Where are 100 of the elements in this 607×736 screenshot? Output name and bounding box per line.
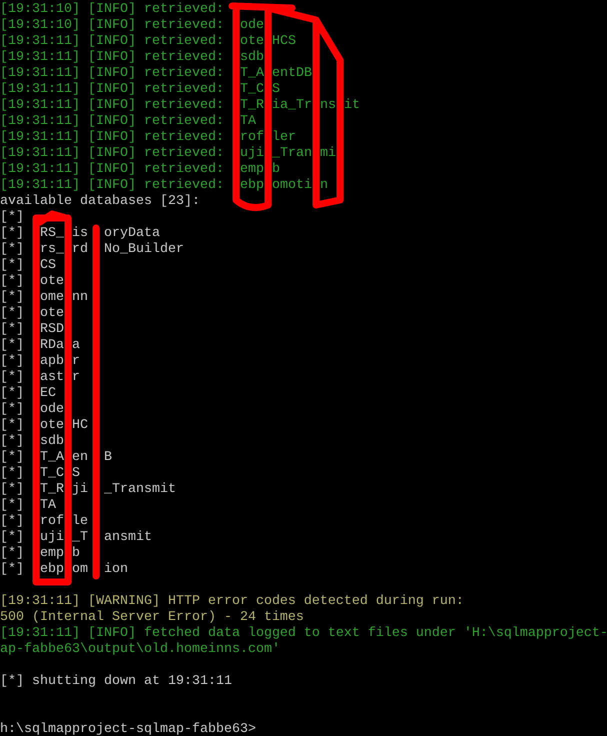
- console-text: RSD: [40, 322, 64, 338]
- console-text: emp: [40, 546, 64, 562]
- log-text: HCS: [272, 34, 296, 50]
- console-text: _Transmit: [104, 482, 176, 498]
- log-text: rof: [240, 130, 264, 146]
- log-text: [INFO]: [88, 114, 136, 130]
- info-log-line: [19:31:11] [INFO] fetched data logged to text files under 'H:\sqlmapproject-: [0, 626, 607, 642]
- console-text: ji: [72, 482, 88, 498]
- console-text: is: [72, 226, 88, 242]
- console-text: [*]: [0, 434, 24, 450]
- console-text: [*]: [0, 322, 24, 338]
- info-log-line: [19:31:10] [INFO] retrieved:: [0, 2, 224, 18]
- console-text: [*]: [0, 514, 24, 530]
- log-text: [19:31:10]: [0, 18, 80, 34]
- log-text: [INFO]: [88, 18, 136, 34]
- log-text: [INFO]: [88, 98, 136, 114]
- console-text: [*]: [0, 546, 24, 562]
- console-text: [*]: [0, 450, 24, 466]
- console-text: _T: [72, 530, 88, 546]
- log-text: retrieved:: [144, 114, 224, 130]
- log-text: mi: [320, 146, 336, 162]
- log-text: [19:31:11]: [0, 50, 80, 66]
- console-line: h:\sqlmapproject-sqlmap-fabbe63>: [0, 722, 256, 736]
- log-text: [INFO]: [88, 66, 136, 82]
- console-text: [*]: [0, 274, 24, 290]
- console-text: CS: [40, 258, 56, 274]
- log-text: retrieved:: [144, 162, 224, 178]
- console-text: ote: [40, 306, 64, 322]
- console-text: RS_: [40, 226, 64, 242]
- log-text: T_A: [240, 66, 264, 82]
- info-log-line: ap-fabbe63\output\old.homeinns.com': [0, 642, 280, 658]
- log-text: retrieved:: [144, 178, 224, 194]
- log-text: [19:31:11]: [0, 114, 80, 130]
- console-text: [*]: [0, 418, 24, 434]
- console-text: [*]: [0, 226, 24, 242]
- console-text: sdb: [40, 434, 64, 450]
- console-text: apb: [40, 354, 64, 370]
- log-text: [19:31:11]: [0, 98, 80, 114]
- log-text: ia_Tr: [272, 98, 312, 114]
- console-text: ebp: [40, 562, 64, 578]
- console-text: No_Builder: [104, 242, 184, 258]
- log-text: retrieved:: [144, 146, 224, 162]
- console-text: ode: [40, 402, 64, 418]
- console-text: en: [72, 450, 88, 466]
- log-text: _Tran: [272, 146, 312, 162]
- log-text: [19:31:11]: [0, 162, 80, 178]
- log-text: [INFO]: [88, 50, 136, 66]
- console-text: ome: [40, 290, 64, 306]
- log-text: ode: [240, 18, 264, 34]
- log-text: T_C: [240, 82, 264, 98]
- console-text: b: [72, 546, 80, 562]
- console-line: available databases [23]:: [0, 194, 200, 210]
- console-text: [*]: [0, 258, 24, 274]
- console-text: [*]: [0, 402, 24, 418]
- log-text: [19:31:11]: [0, 130, 80, 146]
- log-text: omoti: [272, 178, 312, 194]
- log-text: retrieved:: [144, 98, 224, 114]
- log-text: retrieved:: [144, 66, 224, 82]
- console-text: oryData: [104, 226, 160, 242]
- console-text: [*]: [0, 370, 24, 386]
- console-text: [*]: [0, 306, 24, 322]
- console-text: TA: [40, 498, 56, 514]
- console-text: T_R: [40, 482, 64, 498]
- log-text: T_R: [240, 98, 264, 114]
- log-text: retrieved:: [144, 34, 224, 50]
- log-text: [INFO]: [88, 130, 136, 146]
- log-text: it: [344, 98, 360, 114]
- console-text: a: [72, 338, 80, 354]
- console-text: S: [72, 466, 80, 482]
- console-text: EC: [40, 386, 56, 402]
- console-text: [*]: [0, 482, 24, 498]
- log-text: [INFO]: [88, 34, 136, 50]
- console-text: [*]: [0, 466, 24, 482]
- log-text: [INFO]: [88, 178, 136, 194]
- log-text: ebp: [240, 178, 264, 194]
- log-text: [19:31:11]: [0, 146, 80, 162]
- console-text: [*]: [0, 498, 24, 514]
- console-text: [*]: [0, 338, 24, 354]
- log-text: retrieved:: [144, 18, 224, 34]
- log-text: retrieved:: [144, 50, 224, 66]
- console-text: RDa: [40, 338, 64, 354]
- console-text: rof: [40, 514, 64, 530]
- log-text: ns: [320, 98, 336, 114]
- warning-log-line: [19:31:11] [WARNING] HTTP error codes detected during run:: [0, 594, 464, 610]
- console-text: T_C: [40, 466, 64, 482]
- console-text: B: [104, 450, 112, 466]
- log-text: b: [272, 162, 280, 178]
- log-text: entDB: [272, 66, 312, 82]
- log-text: [19:31:11]: [0, 66, 80, 82]
- console-text: nn: [72, 290, 88, 306]
- console-line: [*]: [0, 210, 24, 226]
- log-text: n: [320, 178, 328, 194]
- console-text: rd: [72, 242, 88, 258]
- console-text: [*]: [0, 242, 24, 258]
- console-text: rs_: [40, 242, 64, 258]
- log-text: ote: [240, 34, 264, 50]
- log-text: retrieved:: [144, 130, 224, 146]
- log-text: [INFO]: [88, 82, 136, 98]
- log-text: TA: [240, 114, 256, 130]
- log-text: ler: [272, 130, 296, 146]
